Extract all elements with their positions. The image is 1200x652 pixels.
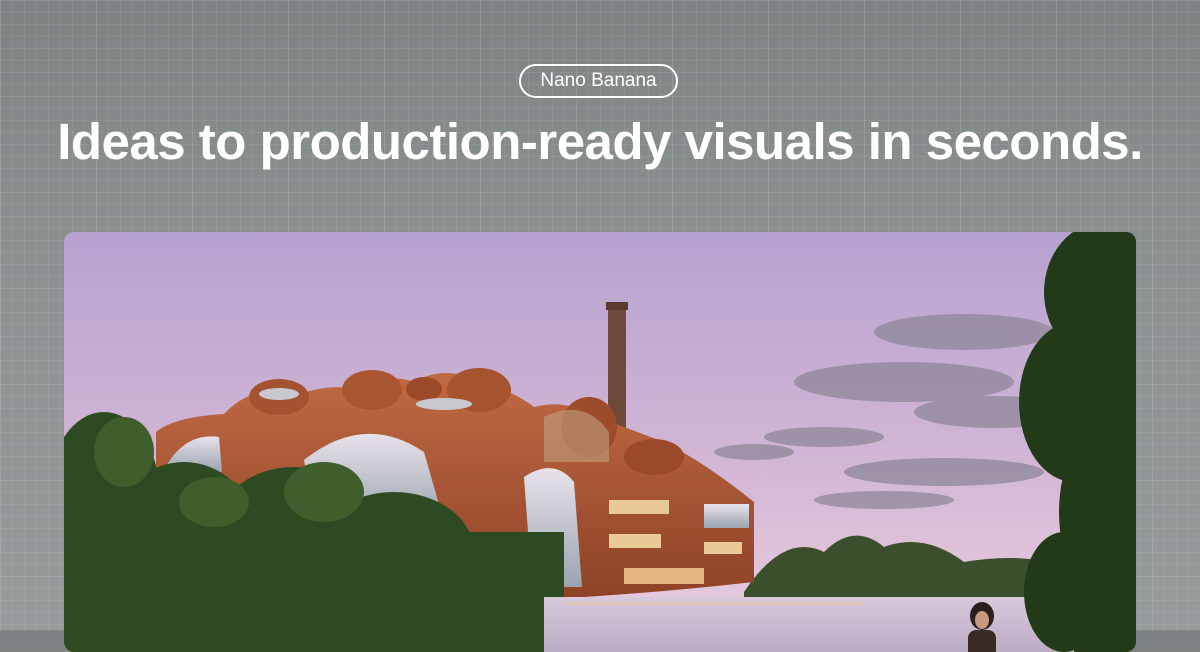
hero-illustration (64, 232, 1136, 652)
headline: Ideas to production-ready visuals in sec… (57, 113, 1143, 170)
hero-image (64, 232, 1136, 652)
product-badge: Nano Banana (519, 64, 678, 98)
